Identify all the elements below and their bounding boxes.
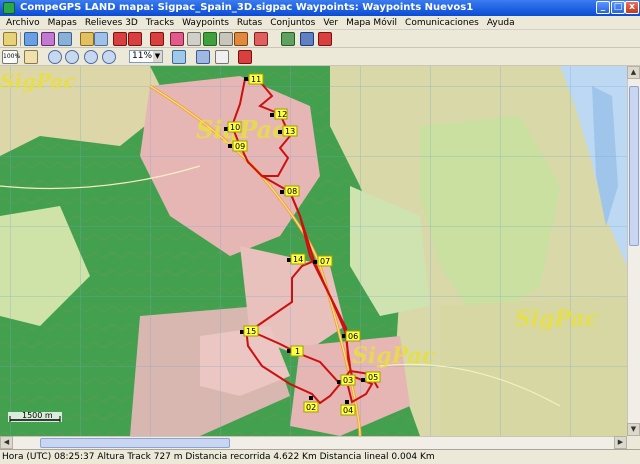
profile-chart-icon[interactable] <box>170 32 184 46</box>
cut-icon[interactable] <box>234 32 248 46</box>
zoom-select[interactable]: 11% ▼ <box>129 50 163 63</box>
track-edit-icon[interactable] <box>128 32 142 46</box>
svg-text:1: 1 <box>295 347 300 356</box>
svg-text:06: 06 <box>348 332 358 341</box>
svg-text:12: 12 <box>277 110 287 119</box>
menu-bar: Archivo Mapas Relieves 3D Tracks Waypoin… <box>0 16 640 30</box>
menu-tracks[interactable]: Tracks <box>142 16 178 29</box>
scroll-left-arrow-icon[interactable]: ◀ <box>0 436 13 449</box>
chevron-down-icon[interactable]: ▼ <box>153 51 162 62</box>
hand-pan-icon[interactable] <box>24 50 38 64</box>
scale-label: 1500 m <box>22 411 53 420</box>
map-watermark: SigPac <box>515 306 599 332</box>
scroll-right-arrow-icon[interactable]: ▶ <box>614 436 627 449</box>
grid-icon[interactable] <box>215 50 229 64</box>
menu-relieves-3d[interactable]: Relieves 3D <box>81 16 142 29</box>
app-window: CompeGPS LAND mapa: Sigpac_Spain_3D.sigp… <box>0 0 640 464</box>
app-icon <box>3 2 15 14</box>
map-toolbar: 100% 11% ▼ <box>0 48 640 66</box>
menu-ver[interactable]: Ver <box>319 16 342 29</box>
globe-icon[interactable] <box>24 32 38 46</box>
measure-icon[interactable] <box>238 50 252 64</box>
svg-text:14: 14 <box>293 255 303 264</box>
menu-archivo[interactable]: Archivo <box>2 16 44 29</box>
status-bar: Hora (UTC) 08:25:37 Altura Track 727 m D… <box>0 449 640 464</box>
track-icon[interactable] <box>113 32 127 46</box>
menu-mapa-movil[interactable]: Mapa Móvil <box>342 16 401 29</box>
svg-text:02: 02 <box>306 403 316 412</box>
menu-waypoints[interactable]: Waypoints <box>178 16 233 29</box>
zoom-value: 11% <box>132 51 153 61</box>
zoom-out-minus-icon[interactable] <box>102 50 116 64</box>
svg-text:04: 04 <box>343 406 353 415</box>
window-title: CompeGPS LAND mapa: Sigpac_Spain_3D.sigp… <box>20 2 474 13</box>
svg-text:11: 11 <box>251 75 261 84</box>
zoom-in-plus-icon[interactable] <box>84 50 98 64</box>
table-icon[interactable] <box>187 32 201 46</box>
svg-text:15: 15 <box>246 327 256 336</box>
stop-icon[interactable] <box>219 32 233 46</box>
map-watermark: SigPac <box>0 69 76 93</box>
status-text: Hora (UTC) 08:25:37 Altura Track 727 m D… <box>2 452 435 462</box>
route-icon[interactable] <box>150 32 164 46</box>
topo-map[interactable]: SigPac SigPac SigPac SigPac 11 12 13 10 … <box>0 66 627 436</box>
zoom-out-icon[interactable] <box>65 50 79 64</box>
zoom-100-button[interactable]: 100% <box>2 50 20 64</box>
title-bar: CompeGPS LAND mapa: Sigpac_Spain_3D.sigp… <box>0 0 640 16</box>
minimize-button[interactable]: _ <box>596 1 610 14</box>
play-icon[interactable] <box>203 32 217 46</box>
menu-conjuntos[interactable]: Conjuntos <box>266 16 319 29</box>
gps-device-icon[interactable] <box>281 32 295 46</box>
waypoint-flag-icon[interactable] <box>94 32 108 46</box>
svg-text:03: 03 <box>343 376 353 385</box>
map-canvas[interactable]: SigPac SigPac SigPac SigPac 11 12 13 10 … <box>0 66 627 436</box>
vertical-scroll-thumb[interactable] <box>629 86 639 246</box>
scroll-down-arrow-icon[interactable]: ▼ <box>627 423 640 436</box>
scroll-up-arrow-icon[interactable]: ▲ <box>627 66 640 79</box>
map-watermark: SigPac <box>196 115 287 144</box>
close-button[interactable]: x <box>625 1 639 14</box>
main-toolbar <box>0 30 640 48</box>
open-map-icon[interactable] <box>3 32 17 46</box>
menu-rutas[interactable]: Rutas <box>233 16 266 29</box>
scissors-icon[interactable] <box>254 32 268 46</box>
magnet-icon[interactable] <box>300 32 314 46</box>
svg-text:07: 07 <box>320 257 330 266</box>
scale-bar: 1500 m <box>8 411 62 422</box>
window-view-icon[interactable] <box>196 50 210 64</box>
menu-comunicaciones[interactable]: Comunicaciones <box>401 16 483 29</box>
scroll-corner <box>627 436 640 449</box>
vertical-scrollbar[interactable]: ▲ ▼ <box>627 66 640 436</box>
svg-text:09: 09 <box>235 142 245 151</box>
svg-text:08: 08 <box>287 187 297 196</box>
layers-icon[interactable] <box>41 32 55 46</box>
menu-mapas[interactable]: Mapas <box>44 16 81 29</box>
horizontal-scrollbar[interactable]: ◀ ▶ <box>0 436 627 449</box>
toolbar-separator <box>20 32 21 46</box>
zoom-in-icon[interactable] <box>48 50 62 64</box>
mountain-icon[interactable] <box>58 32 72 46</box>
maximize-button[interactable]: □ <box>611 1 625 14</box>
horizontal-scroll-thumb[interactable] <box>40 438 230 448</box>
fit-map-icon[interactable] <box>172 50 186 64</box>
menu-ayuda[interactable]: Ayuda <box>483 16 519 29</box>
svg-text:10: 10 <box>230 123 240 132</box>
navigate-icon[interactable] <box>318 32 332 46</box>
map-watermark: SigPac <box>352 343 436 369</box>
svg-text:05: 05 <box>368 373 378 382</box>
svg-text:13: 13 <box>285 127 295 136</box>
compass-icon[interactable] <box>80 32 94 46</box>
